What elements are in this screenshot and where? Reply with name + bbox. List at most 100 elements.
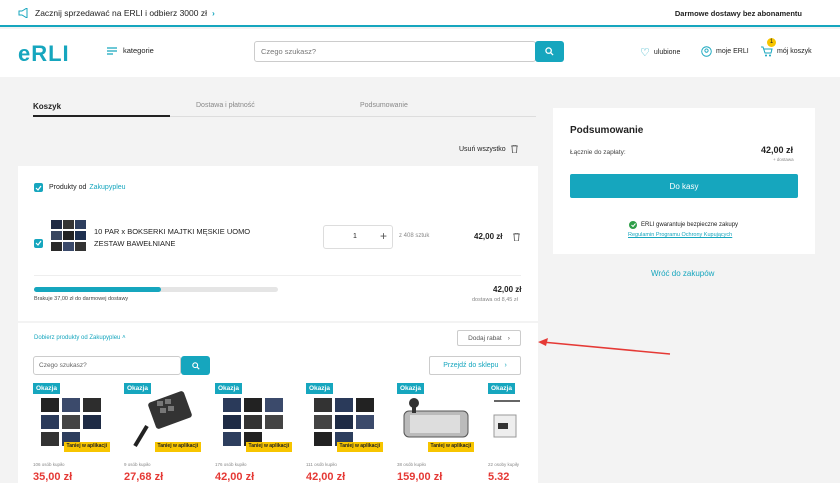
promo-banner[interactable]: Zacznij sprzedawać na ERLI i odbierz 300… <box>18 8 215 18</box>
delivery-cost: dostawa od 8,45 zł <box>472 297 518 303</box>
summary-total: 42,00 zł <box>761 145 794 155</box>
offer-tag: Okazja <box>306 383 333 394</box>
back-to-shopping-link[interactable]: Wróć do zakupów <box>651 269 714 278</box>
offer-price: 42,00 zł <box>306 471 346 483</box>
remove-all-label: Usuń wszystko <box>459 145 506 153</box>
seller-checkbox[interactable] <box>34 183 43 192</box>
add-discount-button[interactable]: Dodaj rabat › <box>457 330 521 346</box>
sold-count: 9 osób kupiło <box>124 462 151 467</box>
seller-link[interactable]: Zakupypleu <box>89 184 125 191</box>
plus-delivery: + dostawa <box>773 157 794 162</box>
seller-prefix: Produkty od <box>49 184 87 191</box>
trash-icon[interactable] <box>513 233 520 241</box>
store-search-button[interactable] <box>181 356 210 375</box>
chevron-right-icon: › <box>211 8 215 18</box>
offer-tag: Okazja <box>215 383 242 394</box>
add-more-toggle[interactable]: Dobierz produkty od Zakupypleu ˄ <box>34 335 126 341</box>
offer-tag: Okazja <box>33 383 60 394</box>
sold-count: 106 osób kupiło <box>33 462 65 467</box>
sold-count: 176 osób kupiło <box>215 462 247 467</box>
product-image[interactable] <box>50 218 88 254</box>
free-delivery-progress <box>34 287 278 292</box>
go-to-store-label: Przejdź do sklepu <box>443 362 499 369</box>
tab-summary[interactable]: Podsumowanie <box>360 102 408 109</box>
store-search-input[interactable]: Czego szukasz? <box>33 356 181 375</box>
offer-card[interactable]: Okazja Taniej w aplikacji 9 osób kupiło … <box>124 383 204 483</box>
header: eRLI kategorie Czego szukasz? ♡ ulubione… <box>0 29 840 77</box>
offer-price: 159,00 zł <box>397 471 443 483</box>
favorites-label: ulubione <box>653 49 681 56</box>
app-discount-badge: Taniej w aplikacji <box>154 442 201 452</box>
promo-text: Zacznij sprzedawać na ERLI i odbierz 300… <box>35 8 207 18</box>
top-bar: Zacznij sprzedawać na ERLI i odbierz 300… <box>0 0 840 27</box>
chevron-up-icon: ˄ <box>122 335 126 341</box>
buyer-protection-link[interactable]: Regulamin Programu Ochrony Kupujących <box>628 232 732 238</box>
search-button[interactable] <box>535 41 564 62</box>
offer-tag: Okazja <box>397 383 424 394</box>
offer-card[interactable]: Okazja 22 osoby kupiły 5,32 zł <box>488 383 521 480</box>
guarantee-row: ERLI gwarantuje bezpieczne zakupy <box>629 221 738 229</box>
check-icon <box>35 240 42 246</box>
app-discount-badge: Taniej w aplikacji <box>63 442 110 452</box>
offer-tag: Okazja <box>488 383 515 394</box>
account-link[interactable]: moje ERLI <box>701 46 749 57</box>
tab-delivery[interactable]: Dostawa i płatność <box>196 102 255 109</box>
checkout-button[interactable]: Do kasy <box>570 174 798 198</box>
cart-link[interactable]: mój koszyk <box>761 46 812 57</box>
plus-icon[interactable]: + <box>380 229 387 243</box>
free-delivery-link[interactable]: Darmowe dostawy bez abonamentu <box>675 9 802 18</box>
add-discount-label: Dodaj rabat <box>468 334 502 342</box>
progress-fill <box>34 287 161 292</box>
categories-button[interactable]: kategorie <box>107 46 154 55</box>
product-image <box>493 400 520 438</box>
offer-price: 27,68 zł <box>124 471 164 483</box>
offer-card[interactable]: Okazja Taniej w aplikacji 38 osób kupiło… <box>397 383 477 483</box>
offer-card[interactable]: Okazja Taniej w aplikacji 106 osób kupił… <box>33 383 113 483</box>
quantity-stepper[interactable]: 1 + <box>323 225 393 249</box>
trash-icon <box>510 145 518 153</box>
sold-count: 22 osoby kupiły <box>488 462 520 467</box>
stock-info: z 408 sztuk <box>399 233 430 239</box>
chevron-right-icon: › <box>504 362 507 369</box>
menu-icon <box>107 46 117 55</box>
product-name[interactable]: 10 PAR x BOKSERKI MAJTKI MĘSKIE UOMO ZES… <box>94 226 264 250</box>
shield-check-icon <box>629 221 637 229</box>
offer-card[interactable]: Okazja Taniej w aplikacji 111 osób kupił… <box>306 383 386 483</box>
seller-row: Produkty od Zakupypleu <box>34 183 126 192</box>
summary-title: Podsumowanie <box>570 125 644 136</box>
favorites-link[interactable]: ♡ ulubione <box>640 46 680 59</box>
offer-price: 42,00 zł <box>215 471 255 483</box>
app-discount-badge: Taniej w aplikacji <box>427 442 474 452</box>
megaphone-icon <box>18 8 28 18</box>
sold-count: 111 osób kupiło <box>306 462 337 467</box>
search-icon <box>191 361 200 370</box>
offer-card[interactable]: Okazja Taniej w aplikacji 176 osób kupił… <box>215 383 295 483</box>
cart-icon <box>761 46 773 57</box>
logo[interactable]: eRLI <box>18 41 70 67</box>
cart-count-badge: 1 <box>767 38 776 47</box>
search-input[interactable]: Czego szukasz? <box>254 41 536 62</box>
cart-total: 42,00 zł <box>493 285 522 294</box>
app-discount-badge: Taniej w aplikacji <box>336 442 383 452</box>
go-to-store-button[interactable]: Przejdź do sklepu › <box>429 356 521 375</box>
offer-price: 5,32 zł <box>488 471 510 480</box>
product-checkbox[interactable] <box>34 238 43 248</box>
offer-price: 35,00 zł <box>33 471 73 483</box>
check-icon <box>35 185 42 191</box>
cart-label: mój koszyk <box>777 48 812 55</box>
app-discount-badge: Taniej w aplikacji <box>245 442 292 452</box>
account-label: moje ERLI <box>716 48 749 55</box>
tab-cart[interactable]: Koszyk <box>33 102 61 111</box>
active-step-indicator <box>33 115 170 117</box>
heart-icon: ♡ <box>640 47 650 59</box>
user-icon <box>701 46 712 57</box>
product-price: 42,00 zł <box>474 232 503 241</box>
checkout-steps: Koszyk Dostawa i płatność Podsumowanie <box>33 100 536 118</box>
remove-all-button[interactable]: Usuń wszystko <box>459 145 518 153</box>
quantity-value[interactable]: 1 <box>353 233 357 240</box>
guarantee-text: ERLI gwarantuje bezpieczne zakupy <box>641 222 739 228</box>
chevron-right-icon: › <box>507 334 510 342</box>
annotation-arrow <box>538 338 671 355</box>
product-checkbox-wrap <box>34 233 43 251</box>
categories-label: kategorie <box>123 46 154 55</box>
